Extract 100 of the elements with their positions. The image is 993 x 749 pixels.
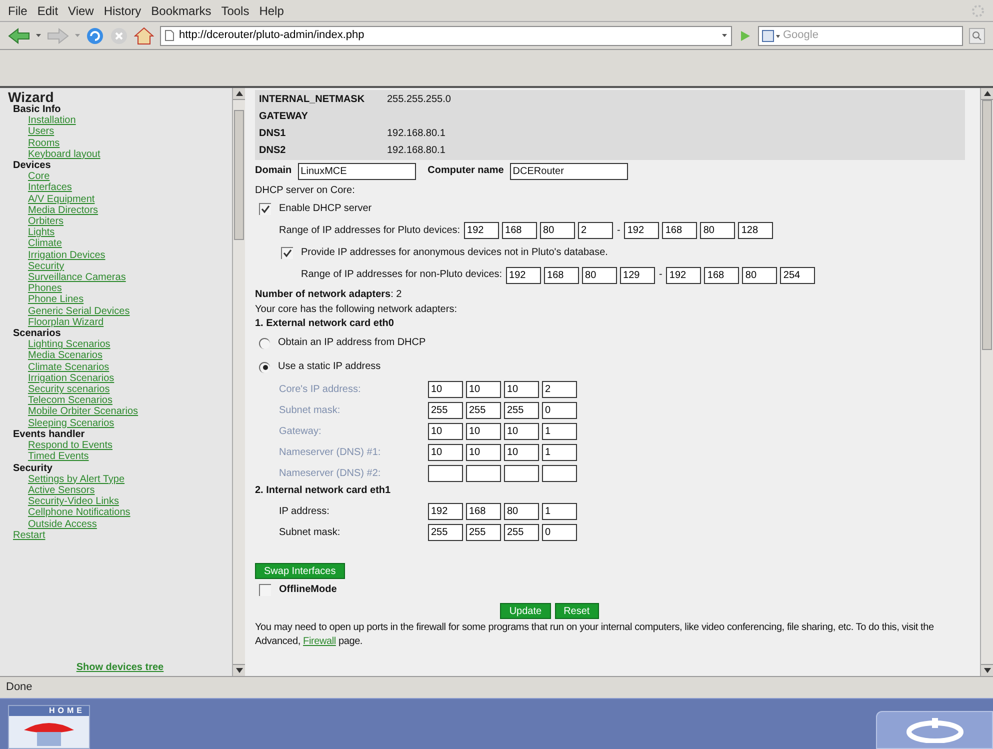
- checkbox[interactable]: [259, 584, 271, 596]
- sidebar-link[interactable]: Climate: [28, 238, 62, 250]
- octet-field[interactable]: 168: [544, 266, 580, 284]
- octet-field[interactable]: 80: [504, 503, 539, 520]
- sidebar-link[interactable]: Respond to Events: [28, 440, 112, 452]
- home-button[interactable]: HOME: [8, 705, 90, 749]
- radio-button[interactable]: [259, 362, 270, 372]
- sidebar-link[interactable]: Sleeping Scenarios: [28, 418, 114, 429]
- sidebar-link[interactable]: Phone Lines: [28, 294, 84, 306]
- sidebar-link[interactable]: Installation: [28, 115, 76, 126]
- sidebar-link[interactable]: Users: [28, 126, 54, 138]
- menu-item[interactable]: History: [104, 2, 142, 20]
- sidebar-link[interactable]: Core: [28, 171, 50, 182]
- octet-field[interactable]: 80: [540, 222, 576, 239]
- octet-field[interactable]: [504, 465, 539, 482]
- octet-field[interactable]: 255: [504, 524, 539, 541]
- checkbox[interactable]: [281, 247, 293, 259]
- octet-field[interactable]: 10: [466, 381, 501, 398]
- octet-field[interactable]: 255: [428, 524, 463, 541]
- octet-field[interactable]: 168: [662, 222, 698, 239]
- octet-field[interactable]: 168: [466, 503, 501, 520]
- sidebar-link[interactable]: Cellphone Notifications: [28, 507, 130, 518]
- sidebar-link[interactable]: Irrigation Scenarios: [28, 372, 114, 384]
- octet-field[interactable]: 1: [542, 444, 577, 461]
- octet-field[interactable]: [466, 465, 501, 482]
- sidebar-link[interactable]: Active Sensors: [28, 484, 95, 496]
- swap-interfaces-button[interactable]: Swap Interfaces: [255, 563, 345, 579]
- octet-field[interactable]: 255: [428, 402, 463, 419]
- scrollbar[interactable]: [232, 88, 245, 676]
- form-button[interactable]: Reset: [554, 603, 599, 619]
- octet-field[interactable]: 129: [620, 266, 656, 284]
- radio-button[interactable]: [259, 338, 270, 348]
- sidebar-link[interactable]: Keyboard layout: [28, 148, 100, 160]
- sidebar-link[interactable]: Phones: [28, 283, 62, 294]
- sidebar-link[interactable]: Security scenarios: [28, 384, 110, 396]
- dropdown-caret-icon[interactable]: [722, 34, 727, 37]
- octet-field[interactable]: 0: [542, 524, 577, 541]
- octet-field[interactable]: 80: [582, 266, 618, 284]
- scrollbar[interactable]: [980, 88, 993, 676]
- sidebar-link[interactable]: Floorplan Wizard: [28, 316, 104, 328]
- octet-field[interactable]: 10: [466, 423, 501, 440]
- octet-field[interactable]: 0: [542, 402, 577, 419]
- sidebar-link[interactable]: Lights: [28, 227, 55, 238]
- octet-field[interactable]: 10: [466, 444, 501, 461]
- checkbox[interactable]: [259, 203, 271, 215]
- sidebar-link[interactable]: Irrigation Devices: [28, 250, 106, 261]
- address-bar[interactable]: http://dcerouter/pluto-admin/index.php: [160, 26, 732, 46]
- octet-field[interactable]: 128: [738, 222, 774, 239]
- octet-field[interactable]: 255: [504, 402, 539, 419]
- octet-field[interactable]: 10: [428, 444, 463, 461]
- octet-field[interactable]: 10: [504, 423, 539, 440]
- octet-field[interactable]: 168: [704, 266, 740, 284]
- computer-name-field[interactable]: DCERouter: [510, 162, 628, 180]
- home-icon[interactable]: [134, 26, 154, 44]
- octet-field[interactable]: 1: [542, 423, 577, 440]
- sidebar-link[interactable]: Security: [28, 260, 64, 272]
- sidebar-link[interactable]: Generic Serial Devices: [28, 306, 130, 317]
- sidebar-link[interactable]: Surveillance Cameras: [28, 272, 126, 284]
- domain-field[interactable]: LinuxMCE: [298, 162, 416, 180]
- octet-field[interactable]: 80: [700, 222, 736, 239]
- sidebar-link[interactable]: Outside Access: [28, 518, 97, 530]
- octet-field[interactable]: 168: [502, 222, 538, 239]
- sidebar-link[interactable]: Timed Events: [28, 451, 89, 462]
- sidebar-link[interactable]: Interfaces: [28, 182, 72, 194]
- sidebar-link[interactable]: Orbiters: [28, 216, 64, 228]
- octet-field[interactable]: 1: [542, 503, 577, 520]
- power-button[interactable]: [876, 711, 993, 749]
- octet-field[interactable]: 2: [578, 222, 614, 239]
- restart-link[interactable]: Restart: [13, 530, 46, 541]
- sidebar-link[interactable]: Security-Video Links: [28, 496, 119, 508]
- octet-field[interactable]: 192: [624, 222, 660, 239]
- octet-field[interactable]: [542, 465, 577, 482]
- show-devices-tree-link[interactable]: Show devices tree: [76, 662, 164, 673]
- sidebar-link[interactable]: Rooms: [28, 138, 60, 149]
- menu-item[interactable]: Edit: [37, 2, 58, 20]
- menu-item[interactable]: Help: [259, 2, 284, 20]
- octet-field[interactable]: 192: [666, 266, 702, 284]
- reload-icon[interactable]: [86, 26, 104, 44]
- octet-field[interactable]: 10: [428, 381, 463, 398]
- sidebar-link[interactable]: Climate Scenarios: [28, 362, 110, 373]
- search-icon[interactable]: [969, 28, 985, 44]
- menu-item[interactable]: View: [68, 2, 94, 20]
- sidebar-link[interactable]: Mobile Orbiter Scenarios: [28, 406, 138, 418]
- scrollbar-thumb[interactable]: [234, 110, 244, 240]
- octet-field[interactable]: 2: [542, 381, 577, 398]
- dropdown-caret-icon[interactable]: [36, 34, 41, 37]
- octet-field[interactable]: 255: [466, 524, 501, 541]
- octet-field[interactable]: 192: [506, 266, 542, 284]
- scrollbar-thumb[interactable]: [982, 100, 992, 350]
- octet-field[interactable]: 192: [464, 222, 500, 239]
- octet-field[interactable]: 192: [428, 503, 463, 520]
- sidebar-link[interactable]: Media Scenarios: [28, 350, 102, 362]
- octet-field[interactable]: 80: [742, 266, 778, 284]
- menu-item[interactable]: Tools: [221, 2, 250, 20]
- sidebar-link[interactable]: Telecom Scenarios: [28, 395, 112, 406]
- firewall-link[interactable]: Firewall: [303, 636, 336, 647]
- menu-item[interactable]: Bookmarks: [151, 2, 212, 20]
- octet-field[interactable]: 255: [466, 402, 501, 419]
- menu-item[interactable]: File: [8, 2, 28, 20]
- search-engine-icon[interactable]: [762, 30, 780, 42]
